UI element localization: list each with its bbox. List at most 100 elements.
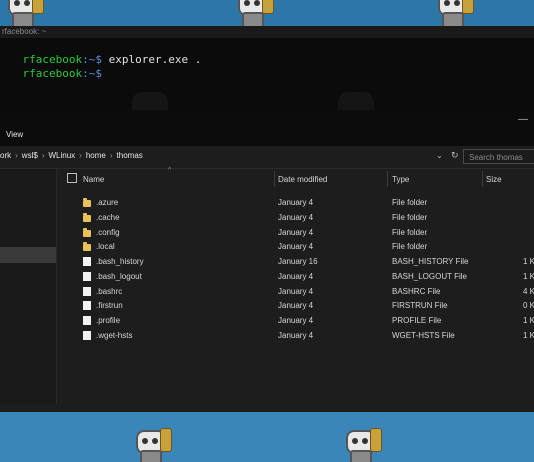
file-size: 1 K	[523, 330, 534, 340]
desktop-wallpaper-bottom	[0, 412, 534, 462]
file-size: 4 K	[523, 286, 534, 296]
file-row[interactable]: .bashrc January 4 BASHRC File 4 K	[57, 285, 534, 300]
terminal-window[interactable]: rfacebook: ~ rfacebook:~$ explorer.exe .…	[0, 26, 534, 112]
file-type: BASH_HISTORY File	[392, 257, 469, 266]
file-type: PROFILE File	[392, 316, 442, 325]
breadcrumb-item[interactable]: wsl$	[22, 151, 38, 160]
column-header-type[interactable]: Type	[392, 175, 409, 184]
file-type: File folder	[392, 212, 428, 222]
file-row[interactable]: .local January 4 File folder	[57, 240, 534, 255]
file-row[interactable]: .bash_logout January 4 BASH_LOGOUT File 1 K	[57, 270, 534, 285]
terminal-prompt: :~$	[82, 67, 102, 80]
sort-up-icon: ^	[168, 167, 172, 174]
column-header-row: ^ Name Date modified Type Size	[57, 167, 534, 189]
file-name: .firstrun	[96, 301, 123, 311]
ribbon: — View	[0, 110, 534, 146]
file-type: BASH_LOGOUT File	[392, 271, 467, 281]
file-row[interactable]: .config January 4 File folder	[57, 226, 534, 241]
file-row[interactable]: .firstrun January 4 FIRSTRUN File 0 K	[57, 299, 534, 314]
file-name: .bash_history	[96, 257, 144, 266]
file-type: File folder	[392, 198, 428, 207]
file-name: .profile	[96, 316, 121, 325]
file-name: .azure	[96, 198, 119, 207]
terminal-user: rfacebook	[22, 67, 83, 80]
file-size: 1 K	[523, 257, 534, 266]
minimize-button[interactable]: —	[518, 114, 528, 125]
file-name: .local	[96, 242, 115, 252]
chevron-down-icon[interactable]: ⌄	[436, 151, 443, 160]
breadcrumb-item[interactable]: WLinux	[48, 151, 75, 160]
file-icon	[83, 271, 91, 281]
column-header-date[interactable]: Date modified	[278, 175, 327, 184]
breadcrumb-separator-icon: ›	[79, 151, 82, 160]
file-name: .bash_logout	[96, 271, 142, 281]
terminal-background-shape	[338, 92, 374, 112]
file-icon	[83, 257, 91, 266]
desktop-wallpaper-top	[0, 0, 534, 26]
folder-icon	[83, 227, 91, 237]
breadcrumb-item[interactable]: ork	[0, 151, 11, 160]
column-header-name[interactable]: Name	[83, 175, 104, 184]
file-date: January 4	[278, 316, 314, 325]
breadcrumb-item[interactable]: thomas	[117, 151, 143, 160]
mascot-decoration	[230, 0, 274, 26]
folder-icon	[83, 212, 91, 222]
file-type: File folder	[392, 242, 428, 252]
file-date: January 4	[278, 212, 314, 222]
file-icon	[83, 316, 91, 325]
column-divider[interactable]	[387, 171, 388, 187]
file-type: WGET-HSTS File	[392, 330, 455, 340]
status-bar	[0, 404, 534, 412]
mascot-decoration	[430, 0, 474, 26]
file-list[interactable]: ^ Name Date modified Type Size .azure Jan…	[57, 167, 534, 412]
breadcrumb-separator-icon: ›	[109, 151, 113, 160]
folder-icon	[83, 198, 91, 207]
terminal-title: rfacebook: ~	[0, 26, 534, 38]
file-size: 1 K	[523, 271, 534, 281]
file-icon	[83, 286, 91, 296]
file-date: January 16	[278, 257, 318, 266]
file-row[interactable]: .wget-hsts January 4 WGET-HSTS File 1 K	[57, 329, 534, 344]
file-icon	[83, 330, 91, 340]
file-date: January 4	[278, 301, 314, 311]
file-row[interactable]: .azure January 4 File folder	[57, 196, 534, 211]
terminal-command: explorer.exe .	[108, 53, 202, 66]
mascot-decoration	[0, 0, 44, 26]
column-divider[interactable]	[482, 171, 483, 187]
file-date: January 4	[278, 198, 314, 207]
address-bar[interactable]: ork › wsl$ › WLinux › home › thomas ⌄ ↻ Search t…	[0, 146, 534, 169]
file-row[interactable]: .cache January 4 File folder	[57, 211, 534, 226]
file-name: .cache	[96, 212, 120, 222]
breadcrumb-separator-icon: ›	[15, 151, 18, 160]
column-divider[interactable]	[274, 171, 275, 187]
navigation-selected-item[interactable]	[0, 247, 56, 263]
file-size: 0 K	[523, 301, 534, 311]
breadcrumb: ork › wsl$ › WLinux › home › thomas	[0, 151, 143, 160]
select-all-checkbox[interactable]	[67, 173, 77, 183]
file-type: BASHRC File	[392, 286, 441, 296]
search-input[interactable]: Search thomas	[463, 149, 534, 164]
file-date: January 4	[278, 330, 314, 340]
navigation-pane[interactable]	[0, 169, 57, 412]
breadcrumb-separator-icon: ›	[41, 151, 45, 160]
file-date: January 4	[278, 227, 314, 237]
mascot-decoration	[128, 424, 172, 462]
file-date: January 4	[278, 286, 314, 296]
file-date: January 4	[278, 242, 314, 252]
breadcrumb-item[interactable]: home	[86, 151, 106, 160]
file-explorer-window[interactable]: — View ork › wsl$ › WLinux › home › thomas ⌄ ↻ S…	[0, 110, 534, 412]
file-type: File folder	[392, 227, 428, 237]
column-header-size[interactable]: Size	[486, 175, 502, 184]
menu-view[interactable]: View	[6, 130, 23, 139]
folder-icon	[83, 242, 91, 252]
terminal-line: rfacebook:~$	[0, 54, 102, 93]
refresh-icon[interactable]: ↻	[451, 150, 459, 161]
file-name: .bashrc	[96, 286, 123, 296]
mascot-decoration	[338, 424, 382, 462]
file-row[interactable]: .bash_history January 16 BASH_HISTORY File…	[57, 255, 534, 270]
file-row[interactable]: .profile January 4 PROFILE File 1 K	[57, 314, 534, 329]
file-icon	[83, 301, 91, 311]
terminal-background-shape	[132, 92, 168, 112]
file-name: .config	[96, 227, 120, 237]
file-type: FIRSTRUN File	[392, 301, 448, 311]
